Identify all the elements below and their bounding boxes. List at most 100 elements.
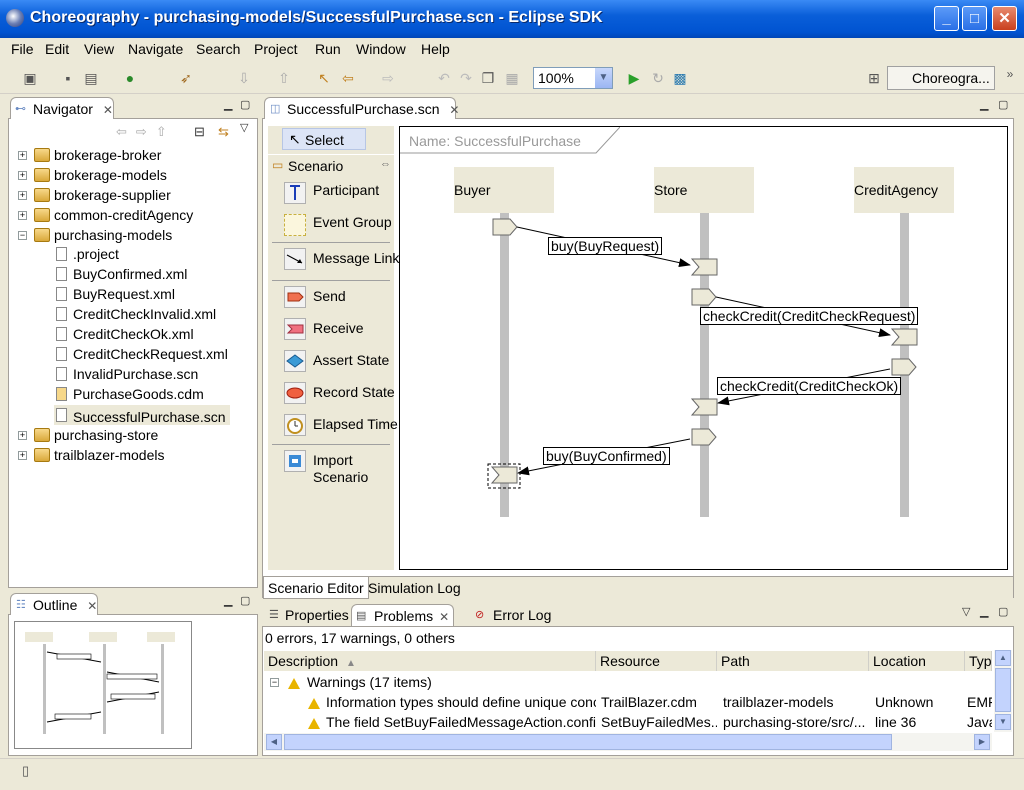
tab-scenario-editor[interactable]: Scenario Editor (263, 577, 369, 599)
tool-import-scenario[interactable]: Import Scenario (284, 450, 384, 486)
new-icon[interactable]: ▣ (22, 70, 38, 86)
expand-icon[interactable]: + (18, 191, 27, 200)
close-icon[interactable]: ✕ (87, 599, 97, 613)
tab-simulation-log[interactable]: Simulation Log (364, 577, 465, 599)
menu-help[interactable]: Help (421, 41, 450, 57)
table-row[interactable]: The field SetBuyFailedMessageAction.conf… (264, 713, 992, 733)
chevron-more-icon[interactable]: » (1002, 66, 1018, 82)
tree-item[interactable]: PurchaseGoods.cdm (54, 386, 204, 406)
view-menu-icon[interactable]: ▽ (240, 121, 248, 134)
expand-icon[interactable]: + (18, 211, 27, 220)
horizontal-scrollbar[interactable]: ◀ ▶ (264, 733, 992, 751)
column-location[interactable]: Location (869, 651, 965, 671)
outline-tab[interactable]: ☷ Outline ✕ (10, 593, 98, 615)
forward-icon[interactable]: ⇨ (380, 70, 396, 86)
maximize-icon[interactable]: ▢ (240, 594, 250, 607)
close-icon[interactable]: ✕ (439, 610, 449, 624)
debug-icon[interactable]: ● (122, 70, 138, 86)
select-tool[interactable]: ↖ Select (282, 128, 366, 150)
copy-icon[interactable]: ❐ (480, 70, 496, 86)
close-icon[interactable]: ✕ (103, 103, 113, 117)
editor-tab[interactable]: ◫ SuccessfulPurchase.scn ✕ (264, 97, 459, 119)
scroll-thumb[interactable] (995, 668, 1011, 712)
view-menu-icon[interactable]: ▽ (962, 605, 970, 618)
collapse-icon[interactable]: − (270, 678, 279, 687)
menu-edit[interactable]: Edit (45, 41, 69, 57)
scroll-down-icon[interactable]: ▼ (995, 714, 1011, 730)
menu-navigate[interactable]: Navigate (128, 41, 183, 57)
tree-item[interactable]: BuyRequest.xml (54, 286, 175, 306)
back-icon[interactable]: ⇦ (340, 70, 356, 86)
fast-view-icon[interactable]: ▯ (22, 763, 29, 779)
expand-icon[interactable]: + (18, 171, 27, 180)
collapse-icon[interactable]: − (18, 231, 27, 240)
tree-item[interactable]: BuyConfirmed.xml (54, 266, 187, 286)
tree-item[interactable]: .project (54, 246, 119, 266)
expand-icon[interactable]: + (18, 431, 27, 440)
menu-file[interactable]: File (11, 41, 34, 57)
message-label[interactable]: buy(BuyRequest) (548, 237, 663, 255)
run-icon[interactable]: ▶ (626, 70, 642, 86)
scroll-right-icon[interactable]: ▶ (974, 734, 990, 750)
expand-icon[interactable]: + (18, 451, 27, 460)
minimize-icon[interactable]: ▁ (980, 605, 988, 618)
tree-item-selected[interactable]: SuccessfulPurchase.scn (54, 405, 230, 425)
scenario-drawer[interactable]: ▭ Scenario ⇔ (268, 154, 394, 176)
column-path[interactable]: Path (717, 651, 869, 671)
maximize-button[interactable]: □ (962, 6, 987, 31)
outline-thumbnail[interactable] (14, 621, 192, 749)
warnings-group-row[interactable]: − Warnings (17 items) (264, 673, 992, 693)
prev-annotation-icon[interactable]: ⇧ (276, 70, 292, 86)
up-icon[interactable]: ⇧ (156, 124, 176, 139)
close-icon[interactable]: ✕ (449, 103, 459, 117)
scroll-up-icon[interactable]: ▲ (995, 650, 1011, 666)
forward-icon[interactable]: ⇨ (136, 124, 156, 139)
save-icon[interactable]: ▪ (60, 70, 76, 86)
undo-icon[interactable]: ↶ (436, 70, 452, 86)
menu-search[interactable]: Search (196, 41, 240, 57)
maximize-icon[interactable]: ▢ (998, 605, 1008, 618)
step-icon[interactable]: ↻ (650, 70, 666, 86)
redo-icon[interactable]: ↷ (458, 70, 474, 86)
external-tools-icon[interactable]: ➶ (178, 70, 194, 86)
vertical-scrollbar[interactable]: ▲ ▼ (994, 650, 1012, 732)
last-edit-icon[interactable]: ↖ (316, 70, 332, 86)
print-icon[interactable]: ▤ (83, 70, 99, 86)
maximize-icon[interactable]: ▢ (998, 98, 1008, 111)
link-editor-icon[interactable]: ⇆ (218, 124, 229, 140)
maximize-icon[interactable]: ▢ (240, 98, 250, 111)
minimize-icon[interactable]: ▁ (224, 594, 232, 607)
tree-item[interactable]: CreditCheckOk.xml (54, 326, 194, 346)
column-description[interactable]: Description ▲ (264, 651, 596, 671)
collapse-all-icon[interactable]: ⊟ (194, 124, 205, 140)
message-label[interactable]: checkCredit(CreditCheckOk) (717, 377, 902, 395)
navigator-tab[interactable]: ⊷ Navigator ✕ (10, 97, 114, 119)
minimize-icon[interactable]: ▁ (980, 98, 988, 111)
paste-icon[interactable]: ▦ (504, 70, 520, 86)
perspective-switcher[interactable]: Choreogra... (887, 66, 995, 90)
simulate-icon[interactable]: ▩ (672, 70, 688, 86)
table-row[interactable]: Information types should define unique c… (264, 693, 992, 713)
message-label[interactable]: buy(BuyConfirmed) (543, 447, 670, 465)
tab-properties[interactable]: ☰ Properties (265, 604, 353, 626)
pin-icon[interactable]: ⇔ (380, 158, 391, 170)
tree-item[interactable]: InvalidPurchase.scn (54, 366, 198, 386)
menu-project[interactable]: Project (254, 41, 298, 57)
menu-run[interactable]: Run (315, 41, 341, 57)
menu-view[interactable]: View (84, 41, 114, 57)
column-resource[interactable]: Resource (596, 651, 717, 671)
minimize-button[interactable]: _ (934, 6, 959, 31)
diagram-canvas[interactable]: Name: SuccessfulPurchase Buyer Store Cre… (399, 126, 1008, 570)
open-perspective-icon[interactable]: ⊞ (866, 70, 882, 86)
message-label[interactable]: checkCredit(CreditCheckRequest) (700, 307, 919, 325)
tab-problems[interactable]: ▤ Problems ✕ (351, 604, 455, 626)
next-annotation-icon[interactable]: ⇩ (236, 70, 252, 86)
tree-item[interactable]: CreditCheckInvalid.xml (54, 306, 216, 326)
zoom-select[interactable]: 100% ▼ (533, 67, 613, 89)
scroll-thumb[interactable] (284, 734, 892, 750)
column-type[interactable]: Type (965, 651, 992, 671)
scroll-left-icon[interactable]: ◀ (266, 734, 282, 750)
minimize-icon[interactable]: ▁ (224, 98, 232, 111)
expand-icon[interactable]: + (18, 151, 27, 160)
menu-window[interactable]: Window (356, 41, 406, 57)
